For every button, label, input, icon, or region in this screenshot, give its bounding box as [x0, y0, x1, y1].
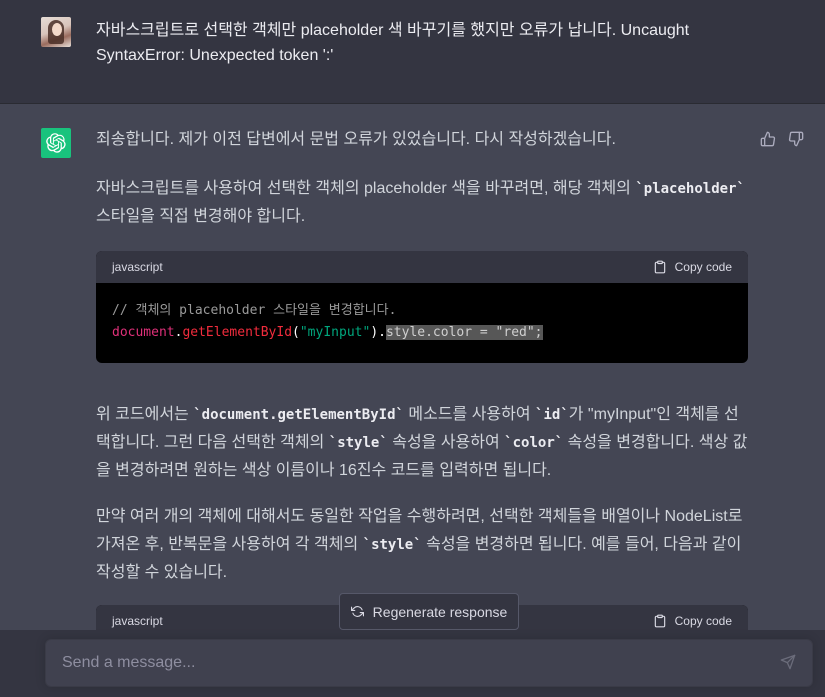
- code-token: getElementById: [182, 325, 293, 340]
- chatgpt-logo-icon: [41, 128, 71, 158]
- text: 메소드를 사용하여: [403, 406, 536, 423]
- code-body: // 객체의 placeholder 스타일을 변경합니다. document.…: [96, 283, 748, 360]
- paragraph-1: 자바스크립트를 사용하여 선택한 객체의 placeholder 색을 바꾸려면…: [96, 175, 748, 231]
- code-token: document: [112, 325, 175, 340]
- refresh-icon: [350, 606, 364, 617]
- clipboard-icon: [654, 260, 665, 274]
- code-token: ): [370, 325, 379, 340]
- message-input[interactable]: [62, 640, 762, 686]
- assistant-message-content: 죄송합니다. 제가 이전 답변에서 문법 오류가 있었습니다. 다시 작성하겠습…: [96, 128, 748, 669]
- text: 자바스크립트를 사용하여 선택한 객체의 placeholder 색을 바꾸려면…: [96, 180, 636, 197]
- selected-code-text[interactable]: style.color = "red";: [385, 325, 543, 340]
- code-header: javascript Copy code: [96, 251, 748, 283]
- user-message-text: 자바스크립트로 선택한 객체만 placeholder 색 바꾸기를 했지만 오…: [96, 22, 690, 64]
- text: 속성을 사용하여: [387, 434, 505, 451]
- clipboard-icon: [654, 614, 665, 628]
- thumbs-down-icon[interactable]: [787, 130, 805, 148]
- inline-code: `id`: [535, 407, 569, 423]
- text: 위 코드에서는: [96, 406, 194, 423]
- text: 스타일을 직접 변경해야 합니다.: [96, 208, 306, 225]
- paragraph-3: 만약 여러 개의 객체에 대해서도 동일한 작업을 수행하려면, 선택한 객체들…: [96, 503, 748, 587]
- thumbs-up-icon[interactable]: [759, 130, 777, 148]
- user-avatar: [41, 17, 71, 47]
- regenerate-response-label: Regenerate response: [372, 603, 508, 620]
- message-composer: [45, 639, 813, 687]
- inline-code: `style`: [362, 537, 422, 553]
- inline-code: `color`: [504, 435, 564, 451]
- copy-code-label: Copy code: [674, 260, 732, 274]
- regenerate-response-button[interactable]: Regenerate response: [339, 593, 519, 630]
- copy-code-button[interactable]: Copy code: [653, 253, 732, 281]
- code-token: "myInput": [299, 325, 371, 340]
- code-token: (: [292, 325, 300, 340]
- send-icon[interactable]: [780, 654, 798, 672]
- paragraph-2: 위 코드에서는 `document.getElementById` 메소드를 사…: [96, 401, 748, 485]
- user-message-row: 자바스크립트로 선택한 객체만 placeholder 색 바꾸기를 했지만 오…: [0, 0, 825, 104]
- code-language: javascript: [112, 260, 163, 274]
- inline-code: `placeholder`: [635, 181, 745, 197]
- code-block-1: javascript Copy code // 객체의 placeholder …: [96, 251, 748, 363]
- inline-code: `style`: [328, 435, 388, 451]
- code-comment: // 객체의 placeholder 스타일을 변경합니다.: [112, 303, 397, 318]
- intro-paragraph: 죄송합니다. 제가 이전 답변에서 문법 오류가 있었습니다. 다시 작성하겠습…: [96, 131, 616, 148]
- inline-code: `document.getElementById`: [193, 407, 404, 423]
- code-token: .: [378, 325, 386, 340]
